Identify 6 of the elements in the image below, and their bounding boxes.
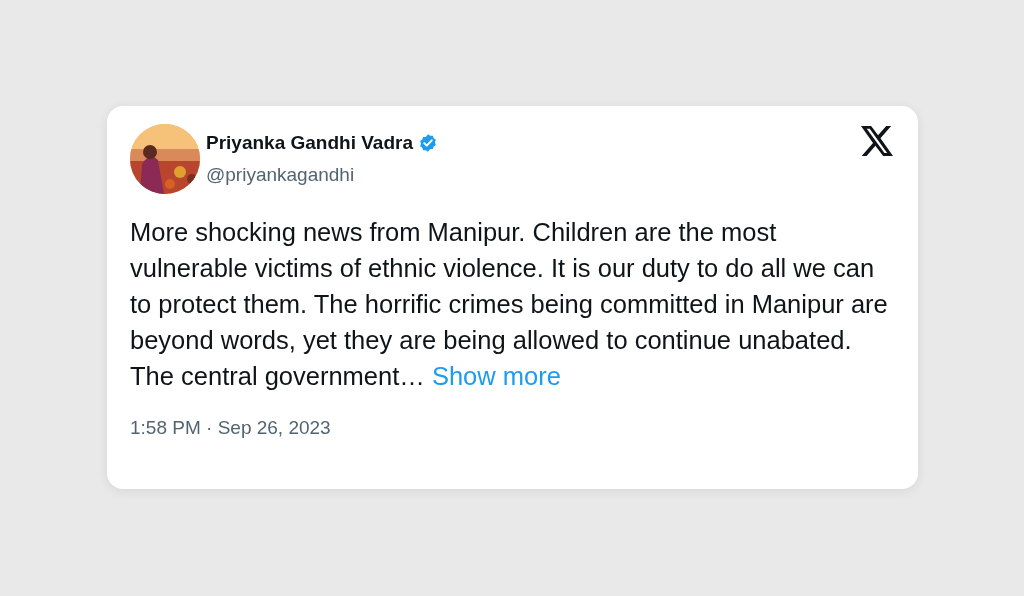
tweet-timestamp[interactable]: 1:58 PM · Sep 26, 2023 xyxy=(130,414,331,443)
author-name[interactable]: Priyanka Gandhi Vadra xyxy=(206,128,413,157)
author-handle[interactable]: @priyankagandhi xyxy=(206,161,438,190)
tweet-text: More shocking news from Manipur. Children are the most vulnerable victims of ethnic violence. It is our duty to do all we can to protect them. The horrific crimes being committed in Manipur are beyond words, yet they are being allowed to continue unabated. The central government… Show more xyxy=(130,217,889,392)
x-logo-icon[interactable] xyxy=(861,126,893,156)
avatar xyxy=(130,124,200,194)
